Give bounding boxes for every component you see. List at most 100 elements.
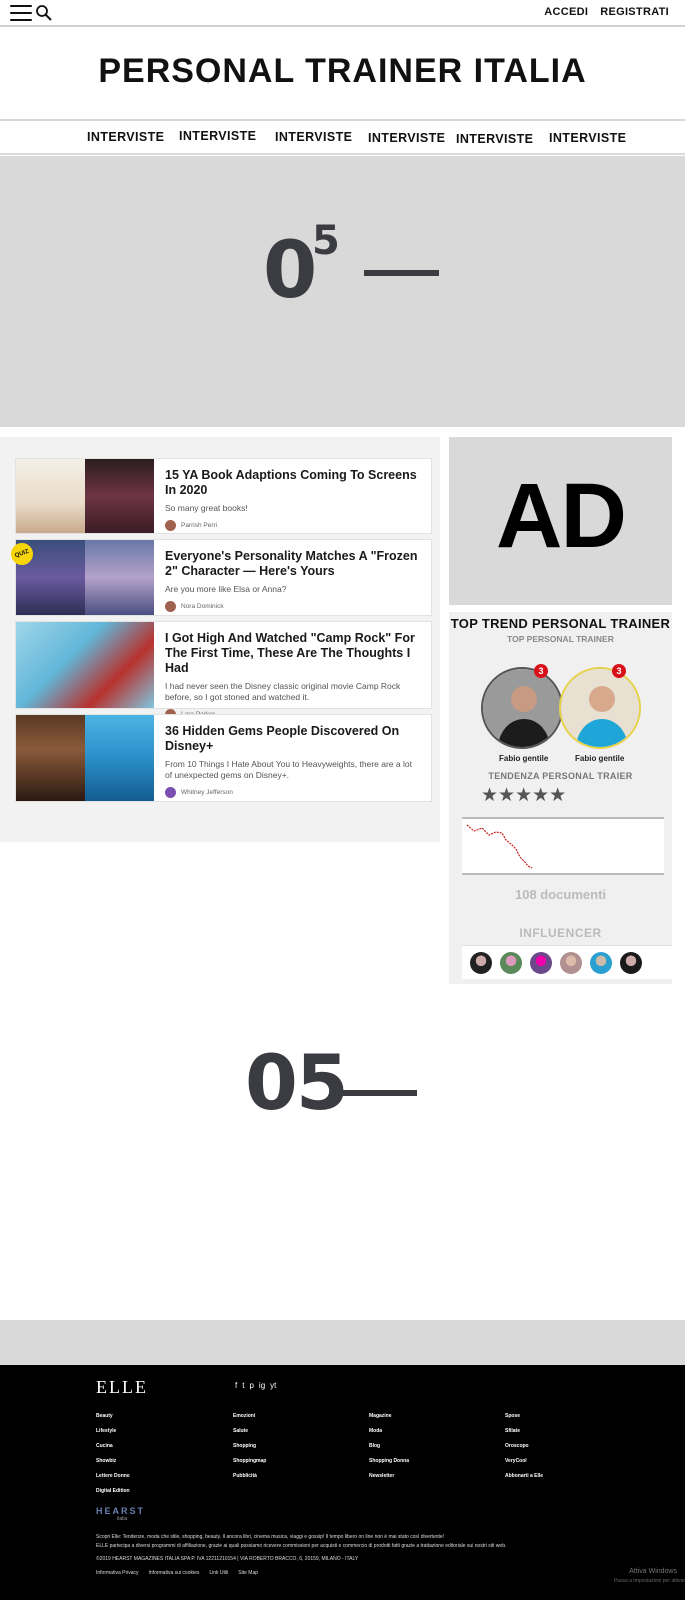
- section-number: 05: [245, 1038, 349, 1127]
- trainer-widget-title: TOP TREND PERSONAL TRAINER: [450, 616, 671, 631]
- legal-line: ©2019 HEARST MAGAZINES ITALIA SPA P. IVA…: [96, 1556, 359, 1562]
- footer-link[interactable]: Sfilate: [505, 1424, 543, 1439]
- sitemap-link[interactable]: Site Map: [238, 1570, 258, 1576]
- hearst-logo[interactable]: HEARST: [96, 1506, 145, 1516]
- article-thumbnail: [16, 715, 154, 801]
- influencer-avatar[interactable]: [500, 952, 522, 974]
- trend-chart: [462, 817, 664, 875]
- legal-links: Informativa Privacy Informativa sui cook…: [96, 1570, 258, 1576]
- article-author: Parrish Perri: [165, 520, 419, 531]
- rating-stars: ★★★★★: [481, 785, 567, 806]
- article-card[interactable]: QUIZ Everyone's Personality Matches A "F…: [7, 539, 432, 616]
- legal-text: Scopri Elle: Tendenze, moda che stile, s…: [96, 1533, 506, 1564]
- article-thumbnail: [16, 540, 154, 615]
- footer-link[interactable]: Moda: [369, 1424, 409, 1439]
- hero-banner: 0 5: [0, 156, 685, 427]
- footer-link[interactable]: Emozioni: [233, 1409, 266, 1424]
- influencer-avatar[interactable]: [530, 952, 552, 974]
- influencer-label: INFLUENCER: [519, 926, 602, 940]
- footer: ELLE f t p ig yt Beauty Lifestyle Cucina…: [0, 1365, 685, 1600]
- facebook-icon[interactable]: f: [235, 1381, 237, 1390]
- nav-item-interviste-2[interactable]: INTERVISTE: [179, 129, 256, 143]
- article-card[interactable]: 15 YA Book Adaptions Coming To Screens I…: [15, 458, 432, 534]
- footer-link[interactable]: Lifestyle: [96, 1424, 130, 1439]
- account-links: ACCEDI REGISTRATI: [544, 6, 669, 18]
- author-avatar: [165, 520, 176, 531]
- hero-dash: [364, 270, 439, 276]
- footer-link[interactable]: Shoppingmap: [233, 1454, 266, 1469]
- elle-logo[interactable]: ELLE: [96, 1377, 148, 1398]
- article-title[interactable]: 36 Hidden Gems People Discovered On Disn…: [165, 724, 419, 754]
- footer-link[interactable]: Lettere Donne: [96, 1469, 130, 1484]
- article-title[interactable]: 15 YA Book Adaptions Coming To Screens I…: [165, 468, 419, 498]
- windows-activation-hint: Passa a Impostazioni per attivar: [613, 1578, 685, 1584]
- pinterest-icon[interactable]: p: [249, 1381, 253, 1390]
- cookies-link[interactable]: Informativa sui cookies: [149, 1570, 200, 1576]
- footer-link[interactable]: VeryCool: [505, 1454, 543, 1469]
- legal-line: ELLE partecipa a diversi programmi di af…: [96, 1543, 507, 1549]
- trainer-name[interactable]: Fabio gentile: [499, 754, 548, 763]
- footer-link[interactable]: Blog: [369, 1439, 409, 1454]
- influencer-avatar[interactable]: [590, 952, 612, 974]
- author-name[interactable]: Parrish Perri: [181, 522, 217, 529]
- youtube-icon[interactable]: yt: [270, 1381, 276, 1390]
- footer-link[interactable]: Magazine: [369, 1409, 409, 1424]
- trend-line: [466, 824, 533, 869]
- trainer-widget-subtitle: TOP PERSONAL TRAINER: [507, 634, 614, 644]
- footer-link[interactable]: Abbonarti a Elle: [505, 1469, 543, 1484]
- nav-item-interviste-1[interactable]: INTERVISTE: [87, 130, 164, 144]
- article-subtitle: Are you more like Elsa or Anna?: [165, 584, 287, 594]
- author-name[interactable]: Whitney Jefferson: [181, 789, 233, 796]
- author-name[interactable]: Nora Dominick: [181, 603, 224, 610]
- footer-link[interactable]: Showbiz: [96, 1454, 130, 1469]
- influencer-row: [462, 945, 672, 979]
- footer-link[interactable]: Salute: [233, 1424, 266, 1439]
- social-links: f t p ig yt: [235, 1381, 276, 1390]
- footer-link[interactable]: Spose: [505, 1409, 543, 1424]
- windows-activation-notice: Attiva Windows: [629, 1568, 677, 1575]
- footer-link[interactable]: Newsletter: [369, 1469, 409, 1484]
- article-title[interactable]: I Got High And Watched "Camp Rock" For T…: [165, 631, 419, 676]
- trainer-avatar[interactable]: [481, 667, 563, 749]
- nav-item-interviste-6[interactable]: INTERVISTE: [549, 131, 626, 145]
- register-link[interactable]: REGISTRATI: [600, 6, 669, 18]
- section-dash: [342, 1090, 417, 1096]
- footer-link[interactable]: Shopping: [233, 1439, 266, 1454]
- footer-column: Emozioni Salute Shopping Shoppingmap Pub…: [233, 1409, 266, 1484]
- menu-icon[interactable]: [10, 5, 32, 21]
- trainer-avatar[interactable]: [559, 667, 641, 749]
- site-title[interactable]: PERSONAL TRAINER ITALIA: [0, 52, 685, 91]
- hero-number: 0: [263, 226, 318, 316]
- twitter-icon[interactable]: t: [242, 1381, 244, 1390]
- article-card[interactable]: 36 Hidden Gems People Discovered On Disn…: [15, 714, 432, 802]
- main-nav: INTERVISTE INTERVISTE INTERVISTE INTERVI…: [0, 119, 685, 155]
- footer-link[interactable]: Shopping Donna: [369, 1454, 409, 1469]
- footer-link[interactable]: Digital Edition: [96, 1484, 130, 1499]
- article-title[interactable]: Everyone's Personality Matches A "Frozen…: [165, 549, 419, 579]
- privacy-link[interactable]: Informativa Privacy: [96, 1570, 139, 1576]
- influencer-avatar[interactable]: [560, 952, 582, 974]
- instagram-icon[interactable]: ig: [259, 1381, 265, 1390]
- article-author: Nora Dominick: [165, 601, 419, 612]
- footer-link[interactable]: Beauty: [96, 1409, 130, 1424]
- nav-item-interviste-5[interactable]: INTERVISTE: [456, 132, 533, 146]
- ad-banner[interactable]: AD: [449, 437, 672, 605]
- article-subtitle: So many great books!: [165, 503, 248, 513]
- influencer-avatar[interactable]: [620, 952, 642, 974]
- hearst-subtitle: italia: [117, 1516, 128, 1522]
- influencer-avatar[interactable]: [470, 952, 492, 974]
- footer-column: Beauty Lifestyle Cucina Showbiz Lettere …: [96, 1409, 130, 1499]
- footer-link[interactable]: Oroscopo: [505, 1439, 543, 1454]
- footer-link[interactable]: Cucina: [96, 1439, 130, 1454]
- login-link[interactable]: ACCEDI: [544, 6, 588, 18]
- nav-item-interviste-3[interactable]: INTERVISTE: [275, 130, 352, 144]
- useful-links-link[interactable]: Link Utili: [209, 1570, 228, 1576]
- article-thumbnail: [16, 459, 154, 533]
- article-card[interactable]: I Got High And Watched "Camp Rock" For T…: [15, 621, 432, 720]
- nav-item-interviste-4[interactable]: INTERVISTE: [368, 131, 445, 145]
- search-icon[interactable]: [35, 4, 53, 22]
- footer-link[interactable]: Pubblicità: [233, 1469, 266, 1484]
- documents-count[interactable]: 108 documenti: [449, 887, 672, 902]
- ad-label: AD: [496, 465, 627, 567]
- trainer-name[interactable]: Fabio gentile: [575, 754, 624, 763]
